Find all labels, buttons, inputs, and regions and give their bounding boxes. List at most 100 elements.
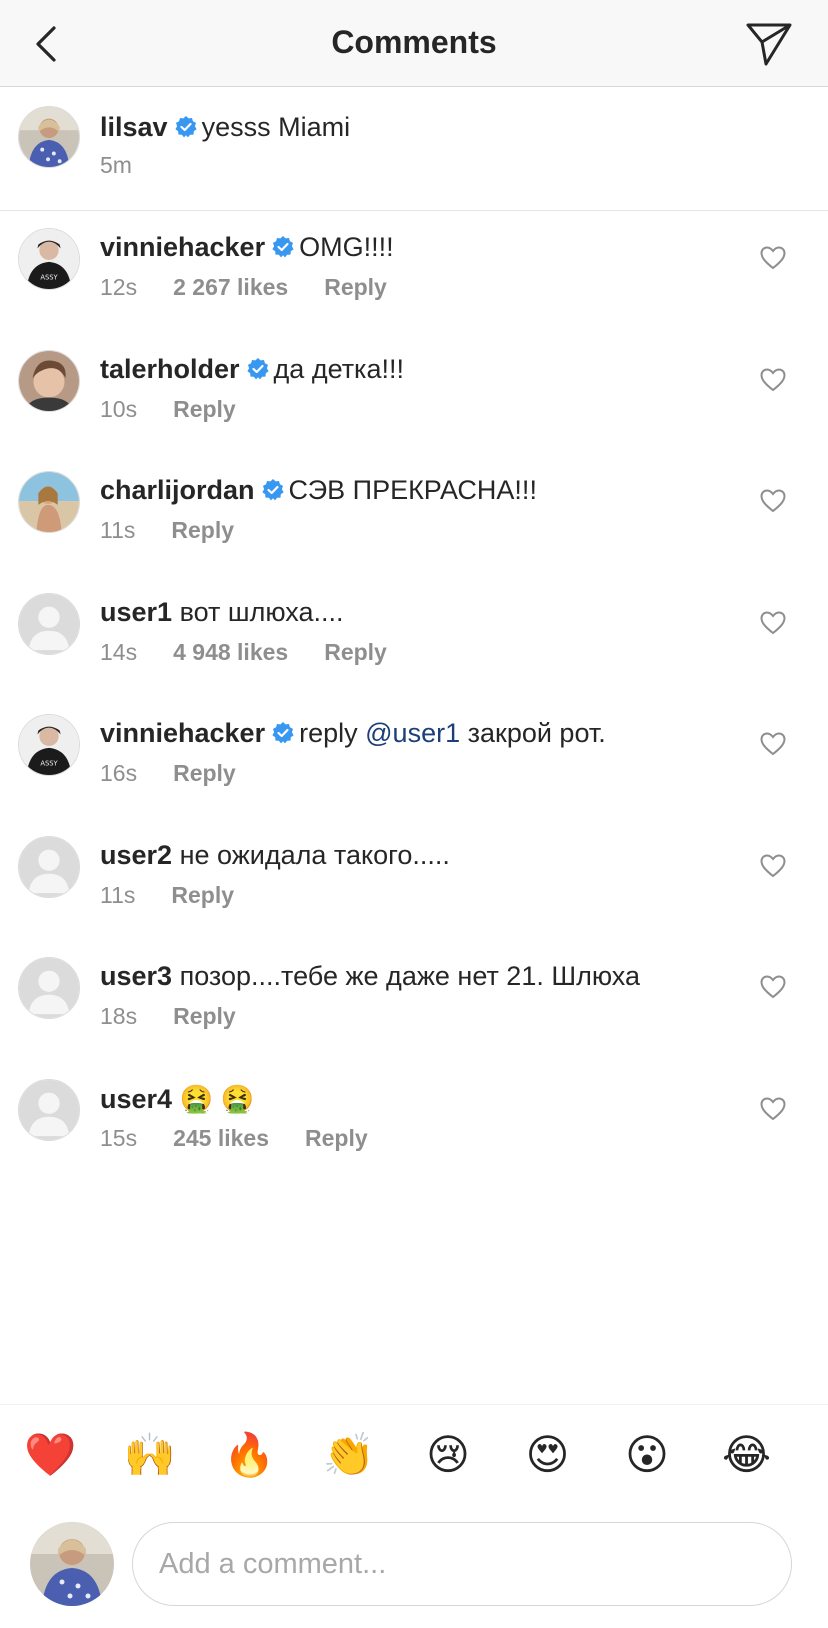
surprised-emoji[interactable]: 😮: [621, 1429, 673, 1481]
username[interactable]: user2: [100, 840, 172, 870]
fire-emoji[interactable]: 🔥: [223, 1429, 275, 1481]
heart-icon[interactable]: [760, 489, 786, 513]
timestamp: 18s: [100, 1003, 138, 1029]
svg-text:ASSY: ASSY: [40, 759, 58, 767]
comment-line: vinniehacker OMG!!!!: [100, 232, 394, 263]
comment-text: СЭВ ПРЕКРАСНА!!!: [288, 475, 537, 505]
username[interactable]: talerholder: [100, 354, 240, 384]
verified-badge-icon: [246, 357, 269, 379]
username[interactable]: lilsav: [100, 112, 168, 142]
username[interactable]: vinniehacker: [100, 718, 265, 748]
avatar-user1[interactable]: [18, 592, 80, 655]
heart-emoji[interactable]: ❤️: [24, 1429, 76, 1481]
comment-meta: 15s 245 likes Reply: [100, 1125, 404, 1152]
mention-link[interactable]: @user1: [365, 718, 460, 748]
likes-count[interactable]: 245 likes: [173, 1125, 269, 1151]
comment-meta: 11s Reply: [100, 882, 270, 909]
avatar-talerholder[interactable]: [18, 349, 80, 412]
avatar-lilsav[interactable]: [18, 106, 80, 168]
timestamp: 14s: [100, 638, 138, 665]
username[interactable]: user4: [100, 1084, 172, 1114]
comment-text: да детка!!!: [273, 353, 404, 384]
heart-icon[interactable]: [760, 610, 786, 635]
comment-row: user3 позор....тебе же даже нет 21. Шлюх…: [0, 941, 828, 1067]
comment-text: вот шлюха....: [179, 596, 344, 627]
comment-row: user1 вот шлюха.... 14s 4 948 likes Reply: [0, 577, 828, 703]
caption-text: yesss Miami: [201, 112, 351, 142]
username[interactable]: user1: [100, 597, 172, 627]
comment-line: user3 позор....тебе же даже нет 21. Шлюх…: [100, 961, 640, 992]
heart-icon[interactable]: [760, 853, 786, 878]
heart-eyes-emoji[interactable]: 😍: [522, 1429, 574, 1481]
avatar-user2[interactable]: [18, 835, 80, 898]
comment-line: talerholder да детка!!!: [100, 354, 404, 385]
comment-line: user2 не ожидала такого.....: [100, 840, 450, 871]
heart-icon[interactable]: [760, 246, 786, 270]
comment-input-container[interactable]: [132, 1522, 792, 1606]
reply-button[interactable]: Reply: [173, 760, 236, 786]
emoji-quick-bar: ❤️ 🙌 🔥 👏 😢 😍 😮 😂: [0, 1404, 828, 1495]
likes-count[interactable]: 4 948 likes: [173, 639, 288, 665]
heart-icon[interactable]: [760, 367, 786, 392]
top-bar: Comments: [0, 0, 828, 87]
comment-meta: 16s Reply: [100, 760, 272, 787]
verified-badge-icon: [272, 722, 294, 744]
avatar-vinniehacker[interactable]: ASSY: [18, 714, 80, 776]
comment-meta: 18s Reply: [100, 1003, 272, 1030]
laughing-emoji[interactable]: 😂: [721, 1429, 773, 1481]
timestamp: 16s: [100, 760, 138, 786]
comment-line: user1 вот шлюха....: [100, 597, 344, 628]
svg-text:ASSY: ASSY: [40, 273, 58, 281]
comment-text: позор....тебе же даже нет 21. Шлюха: [179, 961, 641, 991]
comment-meta: 11s Reply: [100, 517, 270, 544]
avatar-vinniehacker[interactable]: ASSY: [18, 228, 80, 290]
clap-emoji[interactable]: 👏: [323, 1429, 375, 1481]
comment-line: user4 🤮 🤮: [100, 1083, 254, 1115]
timestamp: 10s: [100, 395, 138, 422]
comment-meta: 14s 4 948 likes Reply: [100, 639, 423, 666]
timestamp: 11s: [100, 881, 136, 908]
reply-button[interactable]: Reply: [171, 882, 234, 908]
avatar-charlijordan[interactable]: [18, 471, 80, 533]
timestamp: 15s: [100, 1124, 138, 1151]
avatar-user4[interactable]: [18, 1078, 80, 1141]
username[interactable]: vinniehacker: [100, 232, 265, 262]
reply-button[interactable]: Reply: [305, 1125, 368, 1151]
reply-button[interactable]: Reply: [324, 274, 387, 300]
reply-button[interactable]: Reply: [171, 517, 234, 543]
reply-button[interactable]: Reply: [173, 396, 236, 422]
comment-text: 🤮 🤮: [179, 1083, 255, 1114]
paper-plane-icon[interactable]: [744, 20, 794, 68]
comment-row: user4 🤮 🤮 15s 245 likes Reply: [0, 1063, 828, 1189]
comment-meta: 12s 2 267 likes Reply: [100, 274, 423, 301]
current-user-avatar: [30, 1522, 114, 1606]
timestamp: 5m: [100, 152, 132, 178]
comment-row: user2 не ожидала такого..... 11s Reply: [0, 820, 828, 946]
timestamp: 11s: [100, 517, 136, 543]
comment-line: charlijordan СЭВ ПРЕКРАСНА!!!: [100, 475, 537, 506]
comment-row: ASSY vinniehacker reply @user1 закрой рот…: [0, 698, 828, 824]
comment-text: закрой рот.: [467, 718, 606, 748]
heart-icon[interactable]: [760, 732, 786, 756]
username[interactable]: user3: [100, 961, 172, 991]
post-caption: lilsav yesss Miami 5m: [0, 86, 828, 211]
heart-icon[interactable]: [760, 1096, 786, 1121]
comment-row: talerholder да детка!!! 10s Reply: [0, 334, 828, 460]
likes-count[interactable]: 2 267 likes: [173, 274, 288, 300]
comment-text: OMG!!!!: [299, 232, 394, 262]
reply-button[interactable]: Reply: [324, 639, 387, 665]
caption-meta: 5m: [100, 152, 168, 179]
comment-text: не ожидала такого.....: [179, 839, 450, 870]
raised-hands-emoji[interactable]: 🙌: [124, 1429, 176, 1481]
reply-button[interactable]: Reply: [173, 1003, 236, 1029]
comment-reply-prefix: reply: [299, 718, 358, 748]
timestamp: 12s: [100, 274, 138, 300]
crying-emoji[interactable]: 😢: [422, 1429, 474, 1481]
username[interactable]: charlijordan: [100, 475, 255, 505]
avatar-user3[interactable]: [18, 957, 80, 1019]
heart-icon[interactable]: [760, 975, 786, 999]
verified-badge-icon: [174, 116, 197, 138]
comment-row: ASSY vinniehacker OMG!!!! 12s 2 267 likes R…: [0, 212, 828, 338]
comment-input[interactable]: [157, 1523, 721, 1605]
verified-badge-icon: [261, 479, 284, 501]
